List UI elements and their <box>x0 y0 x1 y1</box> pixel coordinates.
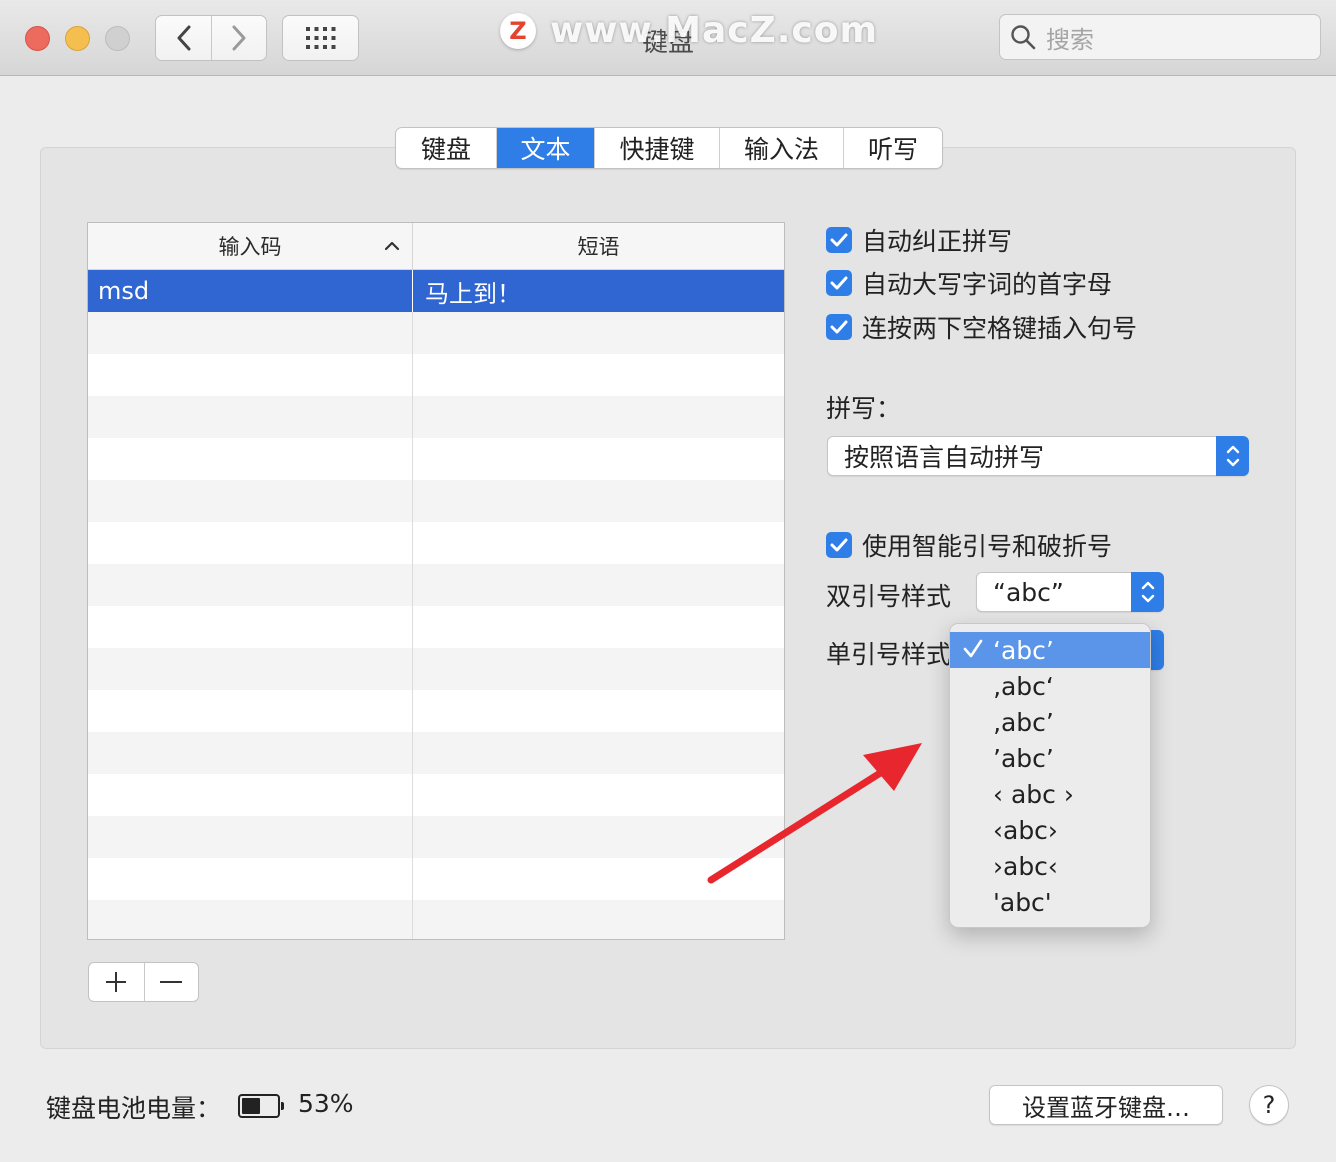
menu-item[interactable]: 'abc' <box>950 884 1150 920</box>
auto-capitalize-label: 自动大写字词的首字母 <box>862 270 1113 299</box>
search-field[interactable]: 搜索 <box>999 14 1321 60</box>
search-icon <box>1011 25 1036 50</box>
single-quote-menu: ‘abc’ ‚abc‘ ‚abc’ ’abc’ ‹ abc › ‹abc› ›a… <box>949 623 1151 928</box>
tab-dictation[interactable]: 听写 <box>843 128 942 168</box>
double-space-period-label: 连按两下空格键插入句号 <box>862 314 1138 343</box>
empty-row <box>88 354 784 396</box>
menu-item-label: ‘abc’ <box>993 635 1054 665</box>
checkmark-icon <box>826 270 852 296</box>
battery-icon <box>238 1094 284 1118</box>
column-header-replace-label: 输入码 <box>218 235 282 259</box>
auto-correct-label: 自动纠正拼写 <box>862 227 1013 256</box>
auto-correct-checkbox[interactable]: 自动纠正拼写 <box>826 222 1012 258</box>
battery-percent: 53% <box>298 1089 354 1118</box>
checkmark-icon <box>826 314 852 340</box>
menu-item-selected[interactable]: ‘abc’ <box>950 632 1150 668</box>
table-header: 输入码 短语 <box>88 223 784 270</box>
tab-text[interactable]: 文本 <box>496 128 594 168</box>
add-button[interactable] <box>89 963 144 1001</box>
double-quote-popup[interactable]: “abc” <box>976 572 1164 612</box>
table-row[interactable]: msd 马上到！ <box>88 270 784 312</box>
menu-item[interactable]: ‚abc‘ <box>950 668 1150 704</box>
tab-input-sources[interactable]: 输入法 <box>719 128 843 168</box>
remove-button[interactable] <box>143 963 199 1001</box>
replace-cell[interactable]: msd <box>88 270 413 312</box>
smart-quotes-label: 使用智能引号和破折号 <box>862 532 1113 561</box>
empty-row <box>88 648 784 690</box>
empty-row <box>88 564 784 606</box>
menu-item[interactable]: ›abc‹ <box>950 848 1150 884</box>
spelling-popup[interactable]: 按照语言自动拼写 <box>827 436 1249 476</box>
tab-keyboard[interactable]: 键盘 <box>396 128 496 168</box>
tab-bar: 键盘 文本 快捷键 输入法 听写 <box>395 127 943 169</box>
search-placeholder: 搜索 <box>1046 25 1094 54</box>
tab-shortcuts[interactable]: 快捷键 <box>594 128 719 168</box>
battery-label: 键盘电池电量： <box>46 1094 222 1123</box>
double-quote-value: “abc” <box>993 577 1064 607</box>
watermark-logo: Z <box>500 12 536 49</box>
empty-row <box>88 438 784 480</box>
empty-row <box>88 732 784 774</box>
column-header-with-label: 短语 <box>577 235 620 259</box>
empty-row <box>88 606 784 648</box>
up-down-chevron-icon <box>1216 436 1249 476</box>
single-quote-label: 单引号样式 <box>826 640 952 669</box>
empty-row <box>88 900 784 939</box>
menu-item[interactable]: ‹abc› <box>950 812 1150 848</box>
spelling-value: 按照语言自动拼写 <box>844 443 1045 472</box>
auto-capitalize-checkbox[interactable]: 自动大写字词的首字母 <box>826 265 1112 301</box>
watermark-text: www.MacZ.com <box>550 10 878 51</box>
text-replacement-table: 输入码 短语 msd 马上到！ <box>87 222 785 940</box>
title-bar: 键盘 Z www.MacZ.com 搜索 <box>0 0 1336 76</box>
with-cell[interactable]: 马上到！ <box>413 270 784 312</box>
empty-row <box>88 858 784 900</box>
setup-bluetooth-keyboard-button[interactable]: 设置蓝牙键盘… <box>989 1085 1223 1125</box>
sort-ascending-icon <box>384 241 400 251</box>
double-space-period-checkbox[interactable]: 连按两下空格键插入句号 <box>826 309 1137 345</box>
spelling-label: 拼写： <box>826 394 902 423</box>
empty-row <box>88 522 784 564</box>
checkmark-icon <box>826 532 852 558</box>
column-header-with[interactable]: 短语 <box>413 223 784 269</box>
empty-row <box>88 312 784 354</box>
checkmark-icon <box>826 227 852 253</box>
menu-item[interactable]: ‹ abc › <box>950 776 1150 812</box>
help-button[interactable]: ? <box>1249 1085 1289 1125</box>
add-remove-buttons <box>88 962 199 1002</box>
empty-row <box>88 396 784 438</box>
empty-row <box>88 816 784 858</box>
column-header-replace[interactable]: 输入码 <box>88 223 413 269</box>
minus-icon <box>160 981 183 983</box>
empty-row <box>88 480 784 522</box>
table-rows: msd 马上到！ <box>88 270 784 939</box>
plus-icon <box>106 972 127 992</box>
watermark: Z www.MacZ.com <box>500 10 878 51</box>
empty-row <box>88 690 784 732</box>
menu-item[interactable]: ‚abc’ <box>950 704 1150 740</box>
double-quote-label: 双引号样式 <box>826 582 952 611</box>
up-down-chevron-icon <box>1131 572 1164 612</box>
menu-item[interactable]: ’abc’ <box>950 740 1150 776</box>
checkmark-icon <box>963 639 983 658</box>
smart-quotes-checkbox[interactable]: 使用智能引号和破折号 <box>826 527 1112 563</box>
empty-row <box>88 774 784 816</box>
